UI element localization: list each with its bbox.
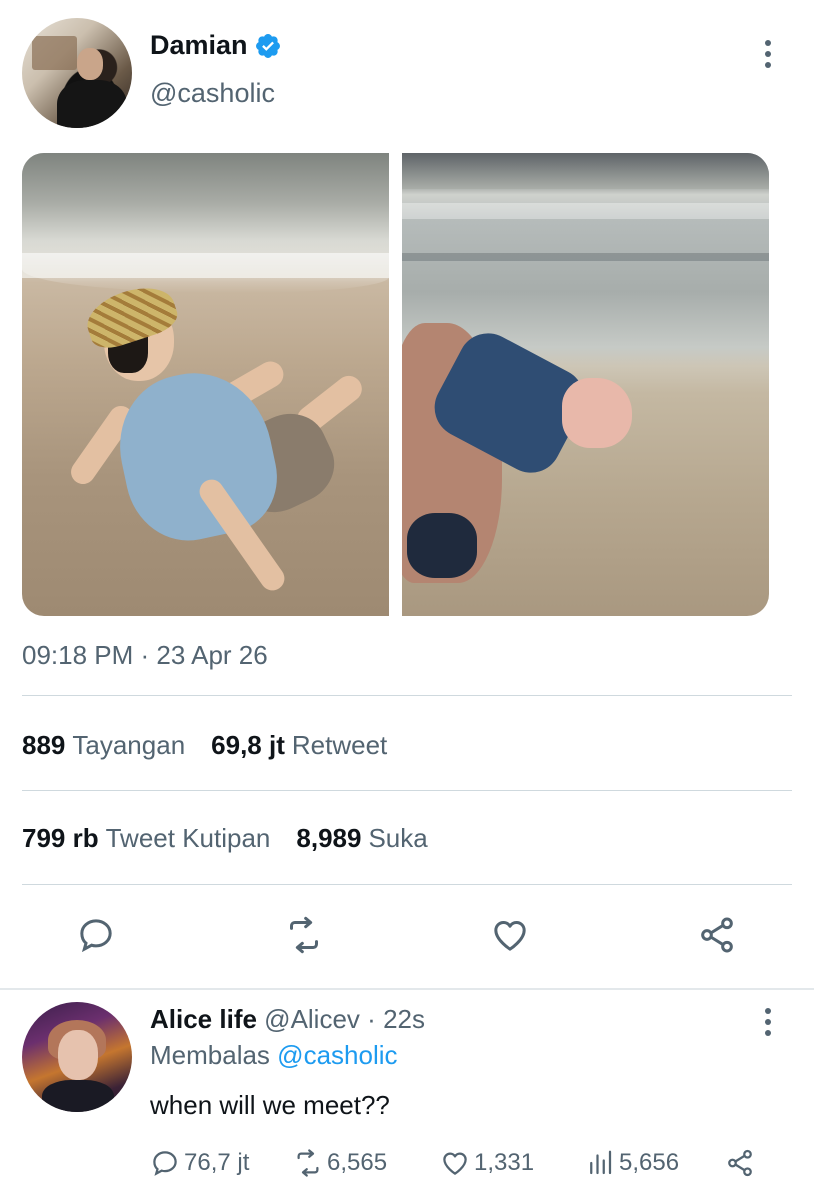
reply-icon [153, 1151, 177, 1176]
divider [22, 884, 792, 885]
reply-action-bar: 76,7 jt 6,565 1,331 5,656 [150, 1148, 770, 1182]
views-count: 5,656 [619, 1149, 680, 1176]
stat-views[interactable]: 889 Tayangan [22, 730, 185, 761]
verified-badge-icon [255, 33, 280, 58]
main-tweet: Damian @casholic 09:18 PM · 23 Apr 26 88… [0, 0, 814, 990]
more-options-icon[interactable] [758, 38, 778, 70]
retweet-icon[interactable] [284, 915, 324, 955]
tweet-timestamp[interactable]: 09:18 PM · 23 Apr 26 [22, 640, 268, 671]
replying-to-mention[interactable]: @casholic [277, 1040, 397, 1070]
retweet-icon [297, 1149, 319, 1177]
views-icon [590, 1150, 612, 1175]
reply-views-button[interactable]: 5,656 [585, 1148, 679, 1178]
reply-text: when will we meet?? [150, 1090, 390, 1120]
reply-like-button[interactable]: 1,331 [440, 1148, 534, 1178]
reply-icon[interactable] [76, 915, 116, 955]
divider [22, 695, 792, 696]
avatar-background [32, 36, 77, 70]
reply-tweet[interactable]: Alice life @Alicev · 22s Membalas @casho… [0, 990, 814, 1200]
replying-to: Membalas @casholic [150, 1040, 398, 1071]
tweet-media [22, 153, 769, 616]
photo-beach-baby-foot[interactable] [402, 153, 769, 616]
divider [22, 790, 792, 791]
author-handle[interactable]: @casholic [150, 78, 275, 109]
share-icon [728, 1149, 752, 1177]
like-icon[interactable] [490, 915, 530, 955]
reply-display-name[interactable]: Alice life [150, 1004, 257, 1034]
reply-time[interactable]: 22s [383, 1004, 425, 1034]
stats-row-quotes-likes: 799 rb Tweet Kutipan 8,989 Suka [22, 823, 428, 854]
reply-more-options-icon[interactable] [758, 1006, 778, 1038]
reply-handle[interactable]: @Alicev [264, 1004, 360, 1034]
separator-dot: · [367, 1004, 376, 1034]
reply-author-avatar[interactable] [22, 1002, 132, 1112]
stat-quote-tweets[interactable]: 799 rb Tweet Kutipan [22, 823, 270, 854]
reply-reply-button[interactable]: 76,7 jt [150, 1148, 249, 1178]
reply-header: Alice life @Alicev · 22s [150, 1004, 425, 1035]
author-name-row: Damian [150, 30, 282, 61]
stats-row-views-retweets: 889 Tayangan 69,8 jt Retweet [22, 730, 387, 761]
author-avatar[interactable] [22, 18, 132, 128]
like-icon [443, 1152, 467, 1175]
reply-retweet-button[interactable]: 6,565 [293, 1148, 387, 1178]
avatar-body [57, 80, 127, 128]
author-display-name[interactable]: Damian [150, 30, 248, 61]
reply-share-button[interactable] [725, 1148, 755, 1178]
tweet-action-bar [0, 905, 814, 965]
stat-retweets[interactable]: 69,8 jt Retweet [211, 730, 387, 761]
stat-likes[interactable]: 8,989 Suka [296, 823, 427, 854]
photo-beach-person[interactable] [22, 153, 389, 616]
share-icon[interactable] [697, 915, 737, 955]
retweet-count: 6,565 [327, 1149, 388, 1176]
reply-count: 76,7 jt [184, 1149, 250, 1176]
like-count: 1,331 [474, 1149, 535, 1176]
replying-prefix: Membalas [150, 1040, 270, 1070]
avatar-face [77, 48, 103, 80]
